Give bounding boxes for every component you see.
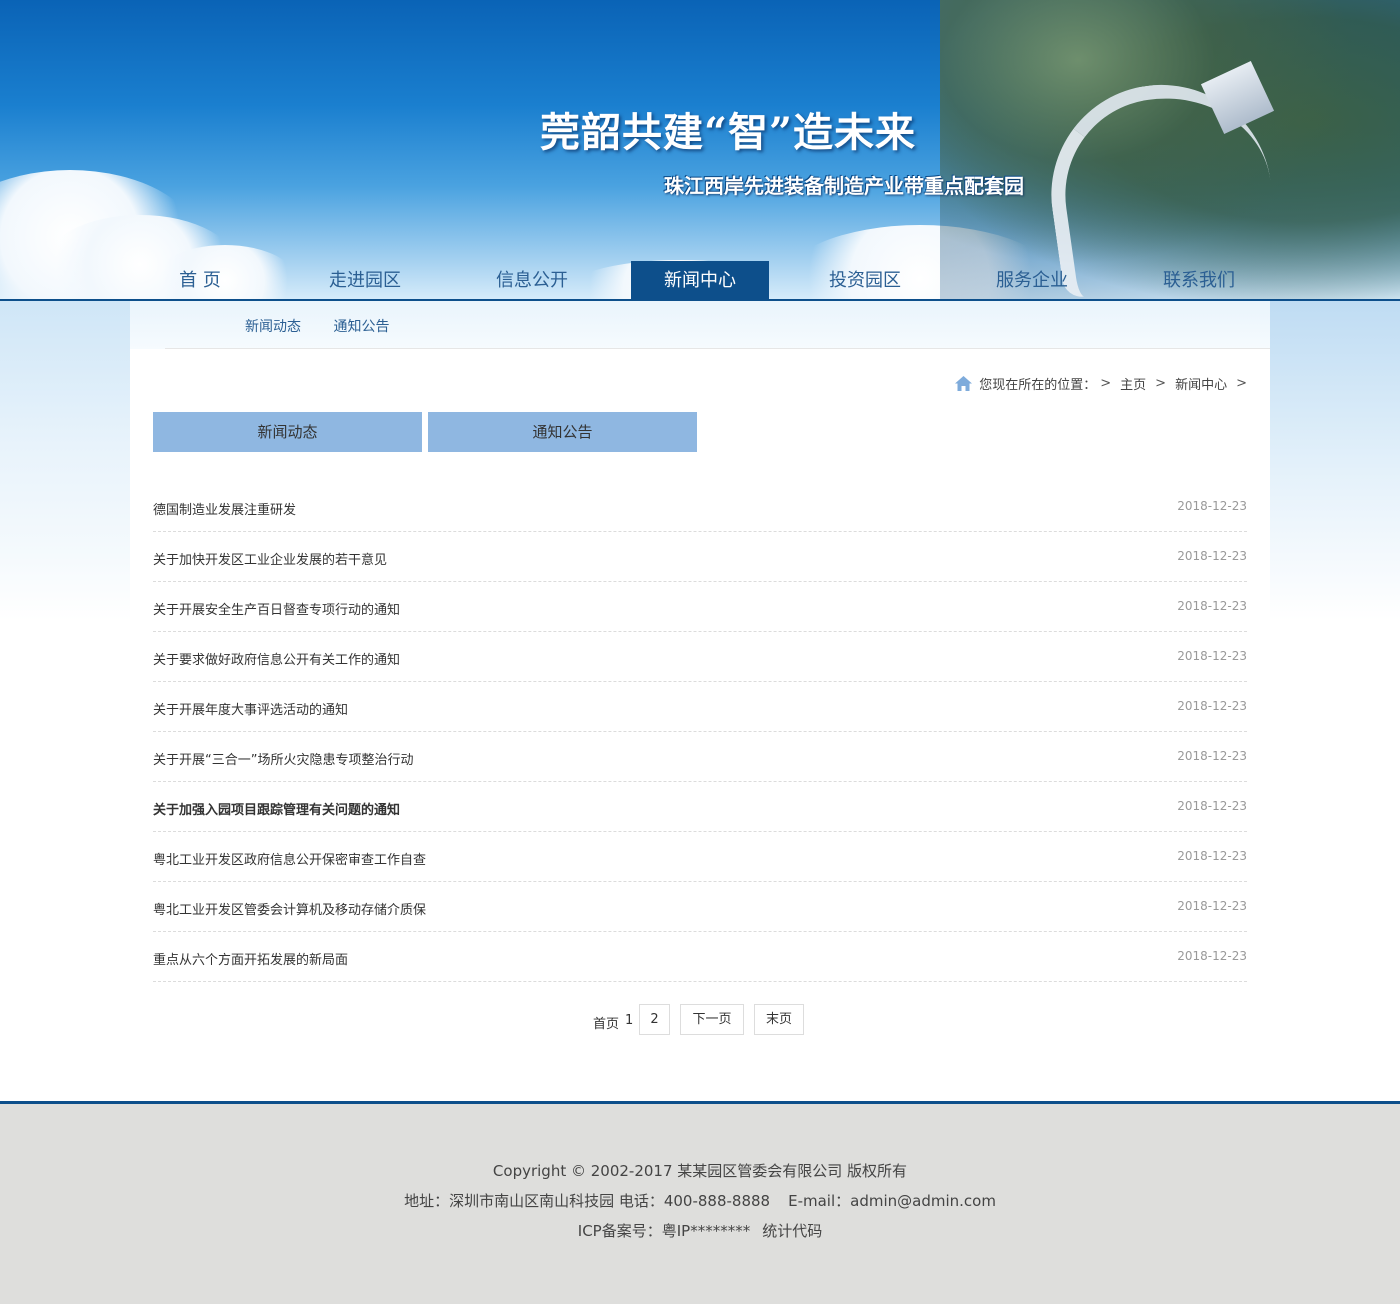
news-title[interactable]: 重点从六个方面开拓发展的新局面 <box>153 949 348 968</box>
pagination-next[interactable]: 下一页 <box>680 1004 744 1035</box>
breadcrumb: 您现在所在的位置： > 主页 > 新闻中心 > <box>955 374 1247 393</box>
news-date: 2018-12-23 <box>1177 499 1247 513</box>
footer-email: E-mail：admin@admin.com <box>788 1192 996 1210</box>
news-date: 2018-12-23 <box>1177 699 1247 713</box>
tab-notice[interactable]: 通知公告 <box>428 412 697 452</box>
pagination-first[interactable]: 首页 <box>593 1013 619 1032</box>
news-title[interactable]: 粤北工业开发区管委会计算机及移动存储介质保 <box>153 899 426 918</box>
list-item[interactable]: 德国制造业发展注重研发 2018-12-23 <box>153 482 1247 532</box>
news-title[interactable]: 关于开展安全生产百日督查专项行动的通知 <box>153 599 400 618</box>
news-title[interactable]: 德国制造业发展注重研发 <box>153 499 296 518</box>
banner-subtitle: 珠江西岸先进装备制造产业带重点配套园 <box>664 174 1024 198</box>
list-item[interactable]: 粤北工业开发区管委会计算机及移动存储介质保 2018-12-23 <box>153 882 1247 932</box>
news-title[interactable]: 关于加快开发区工业企业发展的若干意见 <box>153 549 387 568</box>
news-date: 2018-12-23 <box>1177 649 1247 663</box>
list-item[interactable]: 关于开展“三合一”场所火灾隐患专项整治行动 2018-12-23 <box>153 732 1247 782</box>
subnav-divider <box>165 348 1270 349</box>
list-item[interactable]: 重点从六个方面开拓发展的新局面 2018-12-23 <box>153 932 1247 982</box>
footer-contact: 地址：深圳市南山区南山科技园 电话：400-888-8888 E-mail：adm… <box>0 1190 1400 1211</box>
news-date: 2018-12-23 <box>1177 799 1247 813</box>
footer-icp-row: ICP备案号：粤IP******** 统计代码 <box>0 1220 1400 1241</box>
list-item[interactable]: 关于加强入园项目跟踪管理有关问题的通知 2018-12-23 <box>153 782 1247 832</box>
subnav-item-notice[interactable]: 通知公告 <box>333 319 389 335</box>
breadcrumb-home-link[interactable]: 主页 <box>1120 374 1146 393</box>
breadcrumb-prefix: 您现在所在的位置： <box>979 378 1097 393</box>
list-item[interactable]: 关于开展安全生产百日督查专项行动的通知 2018-12-23 <box>153 582 1247 632</box>
news-date: 2018-12-23 <box>1177 749 1247 763</box>
pagination: 首页 1 2 下一页 末页 <box>0 1004 1400 1035</box>
breadcrumb-separator: > <box>1236 376 1247 391</box>
list-item[interactable]: 关于开展年度大事评选活动的通知 2018-12-23 <box>153 682 1247 732</box>
news-title[interactable]: 粤北工业开发区政府信息公开保密审查工作自查 <box>153 849 426 868</box>
pagination-page-2[interactable]: 2 <box>639 1004 670 1035</box>
nav-item-info-public[interactable]: 信息公开 <box>467 261 597 300</box>
breadcrumb-separator: > <box>1100 376 1112 391</box>
nav-item-contact[interactable]: 联系我们 <box>1134 261 1264 300</box>
footer-stats[interactable]: 统计代码 <box>762 1222 822 1240</box>
footer-copyright: Copyright © 2002-2017 某某园区管委会有限公司 版权所有 <box>492 1162 908 1180</box>
subnav-item-news[interactable]: 新闻动态 <box>245 319 301 335</box>
nav-item-home[interactable]: 首 页 <box>140 261 260 300</box>
list-item[interactable]: 关于加快开发区工业企业发展的若干意见 2018-12-23 <box>153 532 1247 582</box>
news-date: 2018-12-23 <box>1177 949 1247 963</box>
news-list: 德国制造业发展注重研发 2018-12-23 关于加快开发区工业企业发展的若干意… <box>153 482 1247 982</box>
nav-item-news-center[interactable]: 新闻中心 <box>631 261 769 300</box>
news-title[interactable]: 关于加强入园项目跟踪管理有关问题的通知 <box>153 799 400 818</box>
nav-item-invest[interactable]: 投资园区 <box>800 261 930 300</box>
breadcrumb-current-link[interactable]: 新闻中心 <box>1175 374 1227 393</box>
background-clouds-left <box>0 301 130 621</box>
background-clouds-right <box>1270 301 1400 621</box>
list-item[interactable]: 粤北工业开发区政府信息公开保密审查工作自查 2018-12-23 <box>153 832 1247 882</box>
sub-nav: 新闻动态 通知公告 <box>245 316 417 336</box>
home-icon <box>955 376 973 391</box>
banner-title: 莞韶共建“智”造未来 <box>540 109 917 156</box>
list-item[interactable]: 关于要求做好政府信息公开有关工作的通知 2018-12-23 <box>153 632 1247 682</box>
news-title[interactable]: 关于要求做好政府信息公开有关工作的通知 <box>153 649 400 668</box>
pagination-current: 1 <box>625 1013 634 1028</box>
news-date: 2018-12-23 <box>1177 549 1247 563</box>
tab-news[interactable]: 新闻动态 <box>153 412 422 452</box>
nav-item-service[interactable]: 服务企业 <box>967 261 1097 300</box>
main-nav: 首 页 走进园区 信息公开 新闻中心 投资园区 服务企业 联系我们 <box>0 261 1400 300</box>
footer-icp[interactable]: ICP备案号：粤IP******** <box>578 1222 750 1240</box>
news-date: 2018-12-23 <box>1177 849 1247 863</box>
site-footer: Copyright © 2002-2017 某某园区管委会有限公司 版权所有 地… <box>0 1104 1400 1304</box>
news-title[interactable]: 关于开展“三合一”场所火灾隐患专项整治行动 <box>153 749 413 768</box>
pagination-last[interactable]: 末页 <box>754 1004 804 1035</box>
news-title[interactable]: 关于开展年度大事评选活动的通知 <box>153 699 348 718</box>
site-header: 莞韶共建“智”造未来 珠江西岸先进装备制造产业带重点配套园 <box>0 0 1400 300</box>
breadcrumb-separator: > <box>1155 376 1167 391</box>
nav-item-about-park[interactable]: 走进园区 <box>300 261 430 300</box>
news-date: 2018-12-23 <box>1177 599 1247 613</box>
news-date: 2018-12-23 <box>1177 899 1247 913</box>
footer-address: 地址：深圳市南山区南山科技园 电话：400-888-8888 <box>404 1192 771 1210</box>
